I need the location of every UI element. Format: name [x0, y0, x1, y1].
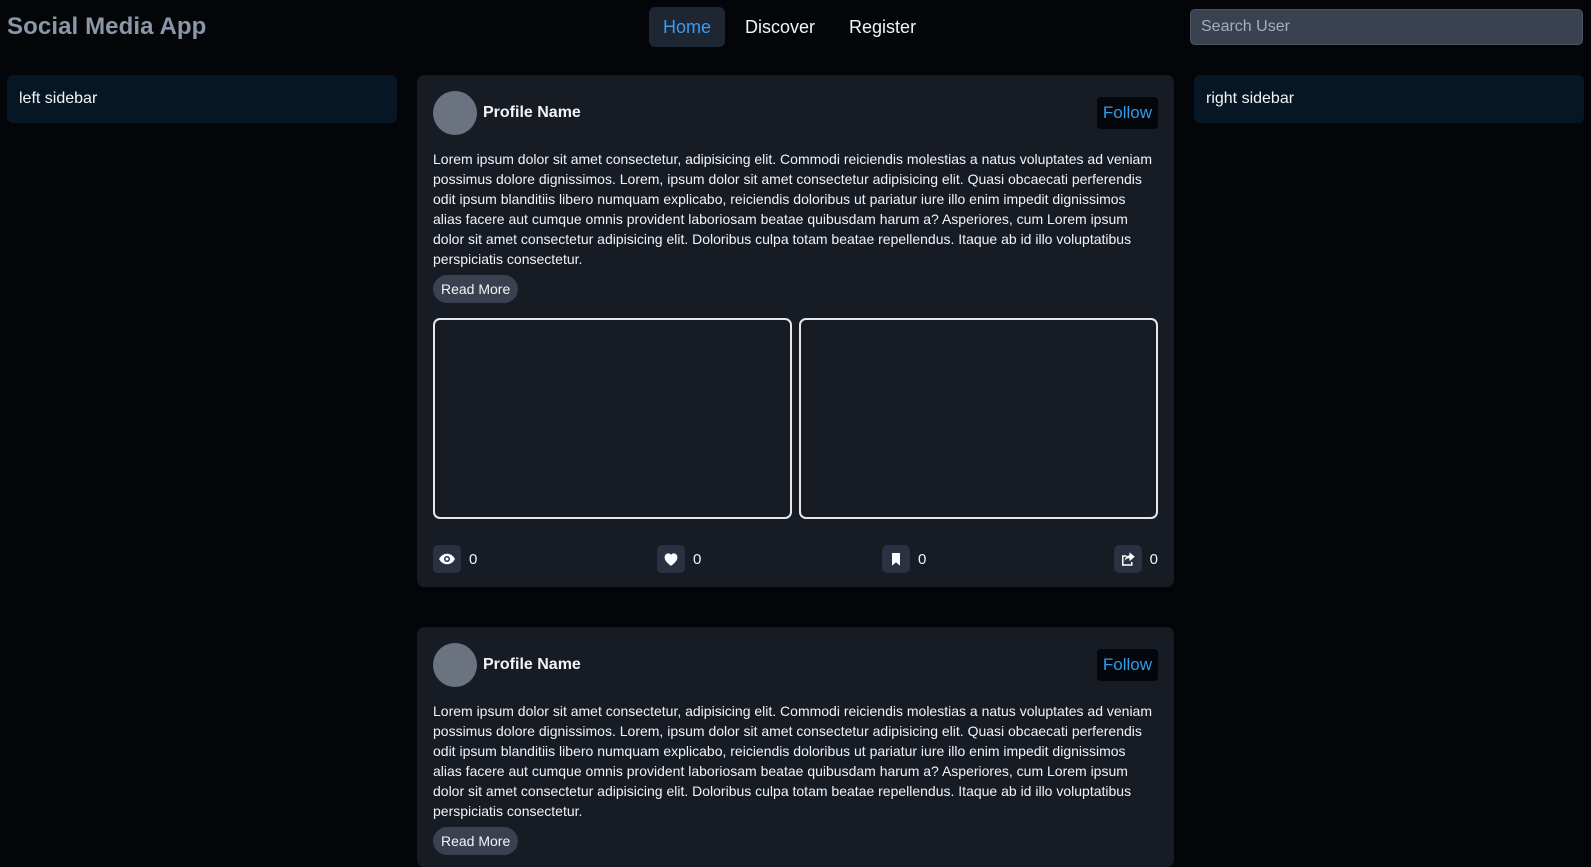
shares-count: 0: [1149, 550, 1158, 568]
nav-home[interactable]: Home: [649, 7, 726, 47]
share-icon[interactable]: [1113, 545, 1142, 573]
search-user-input[interactable]: [1190, 9, 1583, 45]
views-count: 0: [469, 550, 478, 568]
avatar[interactable]: [433, 91, 477, 135]
post-card: Profile Name Follow Lorem ipsum dolor si…: [417, 75, 1174, 587]
likes-count: 0: [693, 550, 702, 568]
app-brand[interactable]: Social Media App: [7, 13, 206, 41]
heart-icon[interactable]: [657, 545, 685, 573]
right-sidebar: right sidebar: [1194, 75, 1584, 123]
shares-stat: 0: [1113, 545, 1158, 573]
post-header: Profile Name Follow: [433, 91, 1158, 135]
likes-stat: 0: [657, 545, 701, 573]
bookmarks-stat: 0: [882, 545, 926, 573]
follow-button[interactable]: Follow: [1096, 97, 1158, 129]
bookmark-icon[interactable]: [882, 545, 910, 573]
post-header: Profile Name Follow: [433, 643, 1158, 687]
top-navbar: Social Media App Home Discover Register: [0, 0, 1591, 56]
nav-register[interactable]: Register: [835, 7, 930, 47]
eye-icon[interactable]: [433, 545, 461, 573]
post-text: Lorem ipsum dolor sit amet consectetur, …: [433, 703, 1153, 819]
profile-name[interactable]: Profile Name: [483, 104, 581, 122]
post-text: Lorem ipsum dolor sit amet consectetur, …: [433, 151, 1153, 267]
post-stats: 0 0 0 0: [433, 545, 1158, 573]
nav-discover[interactable]: Discover: [731, 7, 829, 47]
main-nav: Home Discover Register: [649, 7, 930, 47]
bookmarks-count: 0: [918, 550, 927, 568]
post-media-2[interactable]: [799, 318, 1158, 519]
post-card: Profile Name Follow Lorem ipsum dolor si…: [417, 627, 1174, 867]
read-more-button[interactable]: Read More: [433, 275, 519, 303]
left-sidebar: left sidebar: [7, 75, 397, 123]
follow-button[interactable]: Follow: [1096, 649, 1158, 681]
post-media-1[interactable]: [433, 318, 792, 519]
profile-name[interactable]: Profile Name: [483, 656, 581, 674]
views-stat: 0: [433, 545, 477, 573]
read-more-button[interactable]: Read More: [433, 827, 519, 855]
avatar[interactable]: [433, 643, 477, 687]
